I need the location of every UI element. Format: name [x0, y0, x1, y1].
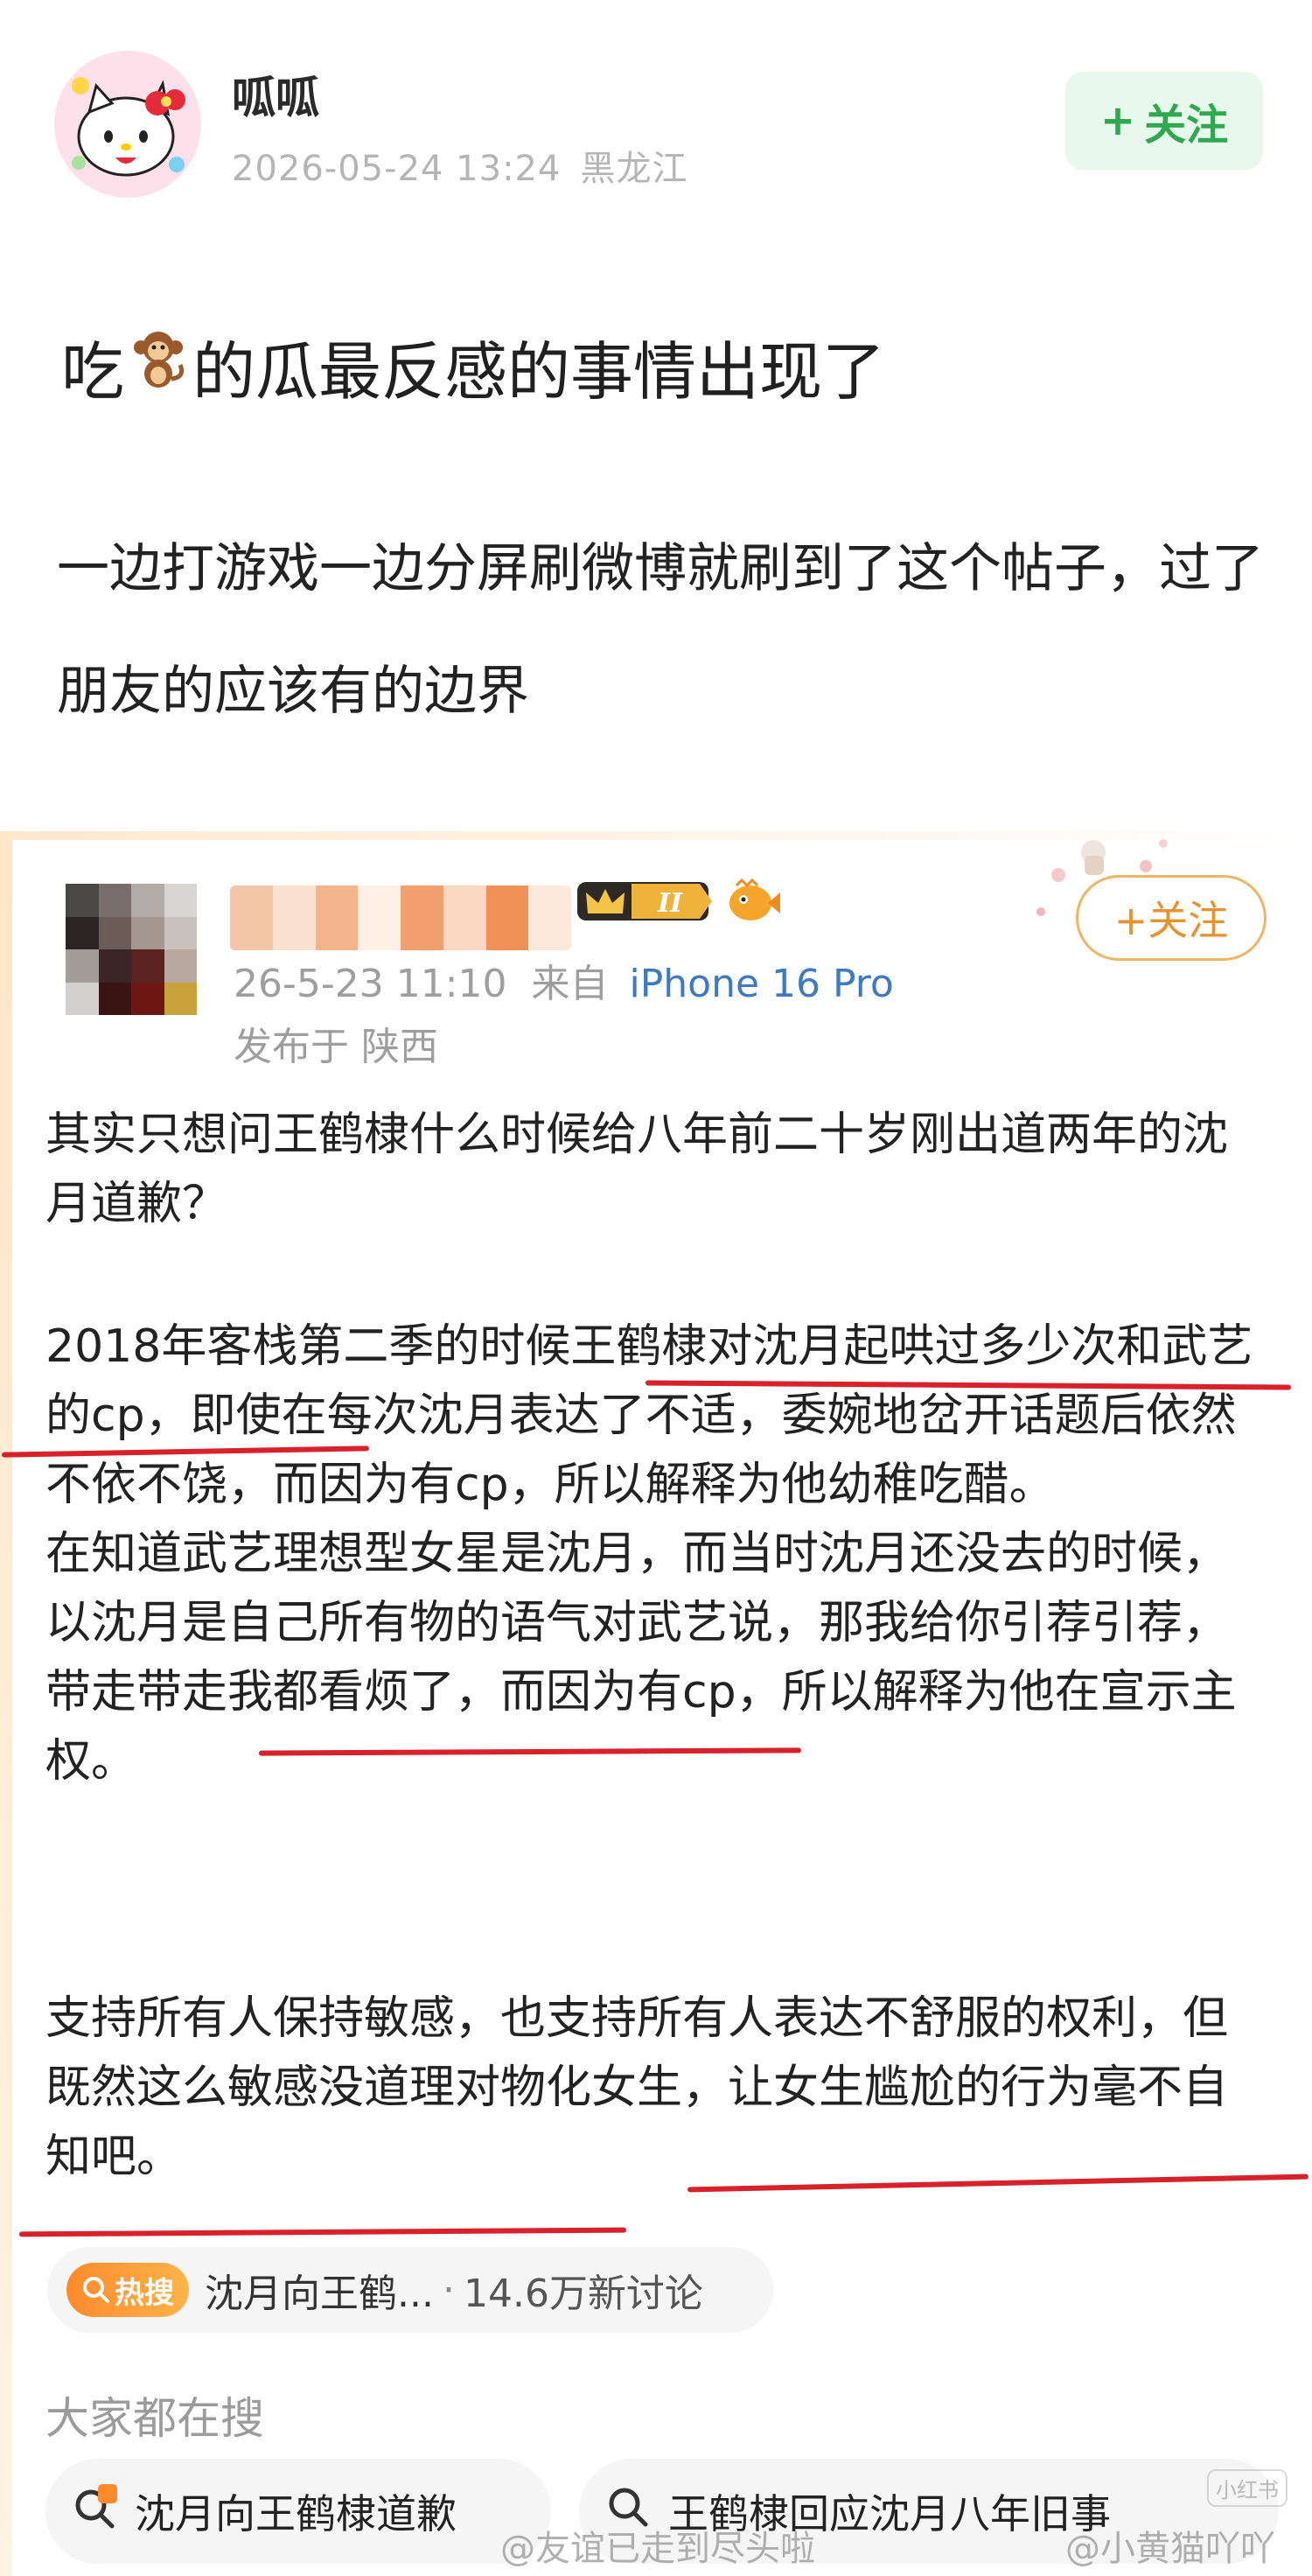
hot-count: 14.6万新讨论	[463, 2272, 703, 2316]
badge-level-text: II	[657, 888, 683, 919]
title-suffix: 的瓜最反感的事情出现了	[192, 335, 886, 409]
search-icon	[83, 2277, 109, 2303]
post-location: 黑龙江	[580, 149, 688, 189]
red-underline	[18, 2227, 627, 2237]
hot-search-icon	[72, 2483, 117, 2539]
separator-dot: ·	[442, 2267, 455, 2313]
follow-label: 关注	[1144, 101, 1229, 150]
embed-left-border	[0, 831, 12, 2576]
embedded-screenshot: II +关注 26-5-23 11:10 来自 iPhone 16 Pro 发布于 …	[0, 831, 1312, 2576]
embedded-date: 26-5-23 11:10	[234, 962, 507, 1006]
embedded-meta: 26-5-23 11:10 来自 iPhone 16 Pro	[234, 952, 894, 1008]
hot-search-chip[interactable]: 热搜 沈月向王鹤... · 14.6万新讨论	[47, 2247, 773, 2333]
vip-crown-badge-icon: II	[577, 875, 717, 931]
embedded-paragraph-2-part-2: 在知道武艺理想型女星是沈月，而当时沈月还没去的时候，以沈月是自己所有物的语气对武…	[45, 1528, 1237, 1788]
search-suggestion-label: 沈月向王鹤棣道歉	[135, 2490, 457, 2538]
watermark-2: @小黄猫吖吖	[1065, 2529, 1275, 2569]
username[interactable]: 呱呱	[232, 63, 319, 126]
embedded-source-prefix: 来自	[531, 962, 609, 1006]
watermark-1: @友谊已走到尽头啦	[500, 2529, 815, 2569]
avatar-hello-kitty[interactable]	[54, 51, 201, 198]
corner-watermark: 小红书	[1207, 2469, 1288, 2507]
post-date: 2026-05-24 13:24	[232, 149, 562, 189]
post-meta: 2026-05-24 13:24 黑龙江	[232, 140, 687, 191]
post-body: 一边打游戏一边分屏刷微博就刷到了这个帖子，过了朋友的应该有的边界	[57, 538, 1264, 722]
monkey-emoji-icon	[128, 326, 189, 406]
hot-search-badge: 热搜	[66, 2263, 189, 2317]
plus-icon: +	[1099, 96, 1136, 145]
hello-kitty-icon	[54, 51, 201, 198]
embedded-device-link[interactable]: iPhone 16 Pro	[630, 962, 894, 1006]
embedded-paragraph-3: 支持所有人保持敏感，也支持所有人表达不舒服的权利，但既然这么敏感没道理对物化女生…	[45, 1992, 1229, 2183]
search-suggestion-1[interactable]: 沈月向王鹤棣道歉	[45, 2459, 551, 2564]
username-mosaic[interactable]	[230, 886, 571, 950]
follow-button[interactable]: + 关注	[1065, 72, 1263, 170]
title-prefix: 吃	[61, 335, 125, 409]
hot-badge-label: 热搜	[115, 2275, 174, 2311]
embedded-paragraph-1: 其实只想问王鹤棣什么时候给八年前二十岁刚出道两年的沈月道歉？	[45, 1109, 1229, 1230]
monkey-icon	[134, 332, 185, 388]
search-heading: 大家都在搜	[45, 2393, 264, 2444]
post-title: 吃 的瓜最反感的事情出现了	[61, 320, 885, 412]
embedded-follow-button[interactable]: +关注	[1076, 875, 1267, 961]
embedded-paragraph-2-part-1: 2018年客栈第二季的时候王鹤棣对沈月起哄过多少次和武艺的cp，即使在每次沈月表…	[45, 1320, 1253, 1511]
hot-topic: 沈月向王鹤...	[205, 2272, 434, 2316]
embedded-location: 发布于 陕西	[234, 1025, 438, 1069]
fish-badge-icon	[724, 873, 782, 934]
avatar-mosaic[interactable]	[66, 884, 197, 1015]
